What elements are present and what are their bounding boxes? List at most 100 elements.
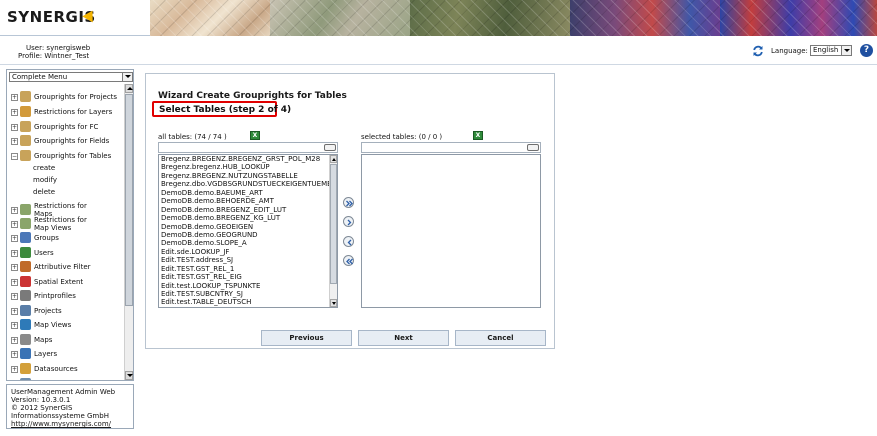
expand-icon[interactable]: + <box>11 366 18 373</box>
expand-icon[interactable]: + <box>11 264 18 271</box>
sidebar-item-label: Restrictions for Layers <box>34 108 113 116</box>
sidebar-item[interactable]: + Restrictions for Layers <box>10 105 124 119</box>
expand-icon[interactable]: + <box>11 250 18 257</box>
list-item[interactable]: DemoDB.demo.SLOPE_A <box>159 239 329 247</box>
sidebar-item[interactable]: +Featureclasses <box>10 377 124 380</box>
sidebar-item-label: Grouprights for Projects <box>34 93 118 101</box>
sidebar-item[interactable]: + Grouprights for Projects <box>10 90 124 104</box>
expand-icon[interactable]: + <box>11 109 18 116</box>
list-item[interactable]: Edit.test.LOOKUP_TSPUNKTE <box>159 282 329 290</box>
sidebar-item[interactable]: + Datasources <box>10 362 124 376</box>
list-item[interactable]: Edit.TEST.address_SJ <box>159 256 329 264</box>
sidebar-item[interactable]: + Grouprights for Fields <box>10 134 124 148</box>
wizard-title: Wizard Create Grouprights for Tables <box>158 91 347 101</box>
next-button[interactable]: Next <box>358 330 449 346</box>
expand-icon[interactable]: + <box>11 337 18 344</box>
scroll-up-button[interactable] <box>330 155 337 163</box>
list-scrollbar[interactable] <box>329 155 337 307</box>
sidebar-item[interactable]: + Users <box>10 246 124 260</box>
sidebar-item[interactable]: + Restrictions for Maps <box>10 202 124 218</box>
sidebar-item[interactable]: + Groups <box>10 231 124 245</box>
list-item[interactable]: Bregenz.dbo.VGDBSGRUNDSTUECKEIGENTUEMER <box>159 180 329 188</box>
cancel-button[interactable]: Cancel <box>455 330 546 346</box>
sidebar-item-label: Grouprights for Tables <box>34 152 112 160</box>
sidebar-item[interactable]: + Projects <box>10 304 124 318</box>
language-select[interactable]: English <box>810 45 852 56</box>
sidebar-item[interactable]: + Map Views <box>10 318 124 332</box>
layers-lock-icon <box>20 106 31 117</box>
list-item[interactable]: DemoDB.demo.BAEUME_ART <box>159 189 329 197</box>
scroll-thumb[interactable] <box>330 164 337 284</box>
menu-select[interactable]: Complete Menu <box>9 72 133 82</box>
list-item[interactable]: DemoDB.demo.BREGENZ_KG_LUT <box>159 214 329 222</box>
collapse-icon[interactable]: − <box>11 153 18 160</box>
sidebar-item[interactable]: + Layers <box>10 347 124 361</box>
list-item[interactable]: DemoDB.demo.GEOGRUND <box>159 231 329 239</box>
sidebar-item-label: Projects <box>34 307 62 315</box>
expand-icon[interactable]: + <box>11 293 18 300</box>
sidebar-item[interactable]: + Grouprights for FC <box>10 120 124 134</box>
list-item[interactable]: Edit.TEST.GST_REL_1 <box>159 265 329 273</box>
refresh-icon[interactable] <box>752 45 764 57</box>
map-lock-icon <box>20 204 31 215</box>
move-right-button[interactable] <box>343 216 354 227</box>
all-tables-filter-input[interactable] <box>158 142 338 153</box>
list-item[interactable]: DemoDB.demo.BEHOERDE_AMT <box>159 197 329 205</box>
sidebar-scrollbar[interactable] <box>124 84 133 380</box>
expand-icon[interactable]: + <box>11 221 18 228</box>
expand-icon[interactable]: + <box>11 124 18 131</box>
list-item[interactable]: Edit.test.TABLE_DEUTSCH <box>159 298 329 306</box>
sidebar-item[interactable]: − Grouprights for Tables <box>10 149 124 163</box>
featureclass-icon <box>20 378 31 380</box>
sidebar-item-label: Layers <box>34 350 58 358</box>
sidebar-item[interactable]: + Attributive Filter <box>10 260 124 274</box>
list-item[interactable]: Bregenz.bregenz.HUB_LOOKUP <box>159 163 329 171</box>
sidebar-subitem[interactable]: create <box>33 164 55 172</box>
expand-icon[interactable]: + <box>11 322 18 329</box>
clear-filter-icon[interactable] <box>527 144 539 151</box>
footer-link[interactable]: http://www.mysynergis.com/ <box>11 420 111 428</box>
sidebar-item[interactable]: + Printprofiles <box>10 289 124 303</box>
scroll-down-button[interactable] <box>330 299 337 307</box>
excel-export-icon[interactable]: X <box>473 131 483 140</box>
list-item[interactable]: DemoDB.demo.BREGENZ_EDIT_LUT <box>159 206 329 214</box>
list-item[interactable]: Bregenz.BREGENZ.BREGENZ_GRST_POL_M28 <box>159 155 329 163</box>
expand-icon[interactable]: + <box>11 279 18 286</box>
menu-select-value: Complete Menu <box>12 73 68 81</box>
selected-tables-filter-input[interactable] <box>361 142 541 153</box>
header-banner: SYNERGIS <box>0 0 877 36</box>
help-icon[interactable]: ? <box>860 44 873 57</box>
list-item[interactable]: Edit.TEST.GST_REL_EIG <box>159 273 329 281</box>
clear-filter-icon[interactable] <box>324 144 336 151</box>
expand-icon[interactable]: + <box>11 138 18 145</box>
move-all-right-button[interactable] <box>343 197 354 208</box>
move-left-button[interactable] <box>343 236 354 247</box>
list-item[interactable]: DemoDB.demo.GEOEIGEN <box>159 223 329 231</box>
all-tables-count: all tables: (74 / 74 ) <box>158 133 227 141</box>
sidebar-subitem[interactable]: modify <box>33 176 57 184</box>
expand-icon[interactable]: + <box>11 94 18 101</box>
sidebar-item[interactable]: + Spatial Extent <box>10 275 124 289</box>
sidebar-item[interactable]: + Restrictions for Map Views <box>10 216 124 232</box>
expand-icon[interactable]: + <box>11 308 18 315</box>
list-item[interactable]: Edit.TEST.SUBCNTRY_SJ <box>159 290 329 298</box>
profile-info: Profile: Wintner_Test <box>18 52 90 60</box>
scroll-up-button[interactable] <box>125 84 133 93</box>
scroll-thumb[interactable] <box>125 94 133 306</box>
move-all-left-button[interactable] <box>343 255 354 266</box>
scroll-down-button[interactable] <box>125 371 133 380</box>
sidebar-item[interactable]: + Maps <box>10 333 124 347</box>
expand-icon[interactable]: + <box>11 351 18 358</box>
list-item[interactable]: Edit.sde.LOOKUP_JF <box>159 248 329 256</box>
expand-icon[interactable]: + <box>11 207 18 214</box>
previous-button[interactable]: Previous <box>261 330 352 346</box>
list-item[interactable]: Bregenz.BREGENZ.NUTZUNGSTABELLE <box>159 172 329 180</box>
chevron-down-icon <box>122 73 132 81</box>
excel-export-icon[interactable]: X <box>250 131 260 140</box>
selected-tables-list[interactable] <box>361 154 541 308</box>
all-tables-list[interactable]: Bregenz.BREGENZ.BREGENZ_GRST_POL_M28 Breg… <box>158 154 338 308</box>
expand-icon[interactable]: + <box>11 235 18 242</box>
sidebar-item-label: Printprofiles <box>34 292 76 300</box>
sidebar-subitem[interactable]: delete <box>33 188 55 196</box>
list-item[interactable]: Edit.TEST.Table_NCC_SJ <box>159 307 329 308</box>
